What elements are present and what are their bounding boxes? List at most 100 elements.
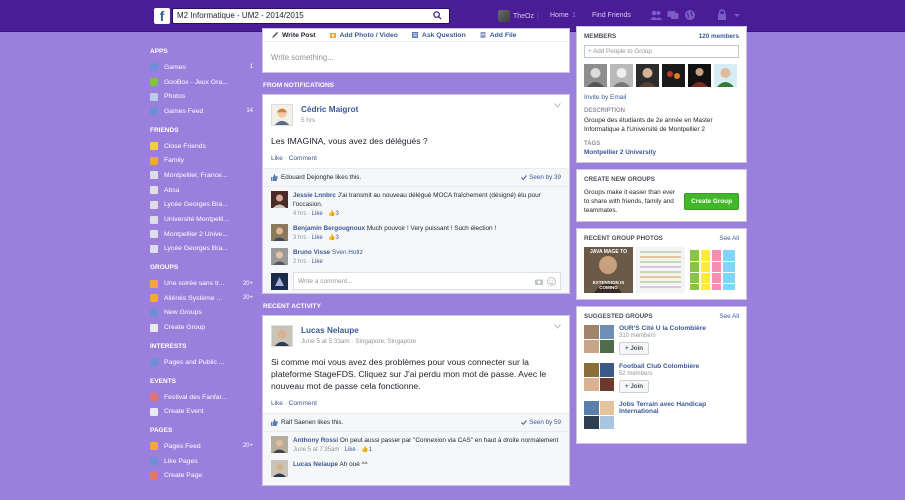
tag-link[interactable]: Montpellier 2 University (584, 149, 739, 156)
sidebar-friends-item[interactable]: Family (150, 153, 255, 168)
tab-add-photo-video[interactable]: Add Photo / Video (329, 32, 398, 39)
post-author[interactable]: Cédric Maigrot (301, 105, 358, 114)
comment-like-icon[interactable]: 👍 (361, 447, 368, 453)
seen-by[interactable]: Seen by 59 (521, 419, 561, 426)
join-group-button[interactable]: + Join (619, 380, 650, 393)
settings-dropdown-icon[interactable] (733, 9, 741, 21)
group-thumbnails[interactable] (584, 363, 614, 391)
group-name[interactable]: Jobs Terrain avec Handicap International (619, 401, 739, 415)
avatar[interactable] (584, 64, 607, 87)
search-input[interactable] (173, 9, 423, 22)
avatar[interactable] (271, 104, 293, 126)
avatar[interactable] (714, 64, 737, 87)
comment-link[interactable]: Comment (289, 155, 317, 162)
sidebar-friends-item[interactable]: Montpellier, France... (150, 168, 255, 183)
camera-icon[interactable] (535, 278, 543, 285)
post-author[interactable]: Lucas Nelaupe (301, 326, 416, 335)
tab-ask-question[interactable]: Ask Question (411, 32, 466, 39)
tab-add-file[interactable]: Add File (480, 32, 517, 39)
comment-like-link[interactable]: Like (312, 259, 323, 265)
tab-write-post[interactable]: Write Post (272, 32, 316, 39)
invite-by-email-link[interactable]: Invite by Email (584, 94, 739, 101)
chevron-down-icon[interactable] (554, 324, 561, 329)
join-group-button[interactable]: + Join (619, 342, 650, 355)
see-all-groups-link[interactable]: See All (719, 313, 739, 320)
avatar[interactable] (662, 64, 685, 87)
sidebar-page-item[interactable]: Like Pages (150, 454, 255, 469)
sidebar-app-item[interactable]: Games 1 (150, 60, 255, 75)
sidebar-page-item[interactable]: Pages Feed 20+ (150, 439, 255, 454)
comment-author[interactable]: Bruno Visse (293, 249, 330, 256)
comment-time[interactable]: 2 hrs (293, 259, 306, 265)
comment-like-link[interactable]: Like (312, 211, 323, 217)
avatar[interactable] (271, 191, 288, 208)
comment-like-link[interactable]: Like (345, 447, 356, 453)
like-link[interactable]: Like (271, 155, 283, 162)
members-count-link[interactable]: 120 members (699, 33, 739, 40)
avatar[interactable] (636, 64, 659, 87)
sidebar-friends-item[interactable]: Université Montpelli... (150, 212, 255, 227)
create-group-button[interactable]: Create Group (684, 193, 739, 210)
like-link[interactable]: Like (271, 400, 283, 407)
comment-time[interactable]: 3 hrs (293, 235, 306, 241)
sidebar-event-item[interactable]: Create Event (150, 404, 255, 419)
sidebar-friends-item[interactable]: Montpellier 2 Unive... (150, 227, 255, 242)
friend-requests-icon[interactable] (650, 9, 662, 21)
group-photo[interactable] (636, 247, 685, 293)
avatar[interactable] (271, 436, 288, 453)
add-people-input[interactable]: + Add People to Group (584, 45, 739, 58)
comment-link[interactable]: Comment (289, 400, 317, 407)
comment-time[interactable]: 4 hrs (293, 211, 306, 217)
chevron-down-icon[interactable] (554, 103, 561, 108)
likes-text[interactable]: Ralf Saenen likes this. (281, 419, 343, 426)
avatar[interactable] (271, 325, 293, 347)
globe-icon[interactable] (684, 9, 696, 21)
group-name[interactable]: OUR'S Cité U la Colombière (619, 325, 706, 332)
sidebar-app-item[interactable]: GooBox - Jeux Gra... (150, 75, 255, 90)
see-all-photos-link[interactable]: See All (719, 235, 739, 242)
composer-input[interactable]: Write something... (263, 42, 569, 73)
comment-like-link[interactable]: Like (312, 235, 323, 241)
comment-like-count[interactable]: 3 (336, 235, 339, 241)
sidebar-friends-item[interactable]: Absa (150, 183, 255, 198)
avatar[interactable] (271, 224, 288, 241)
privacy-lock-icon[interactable] (716, 9, 728, 21)
find-friends-link[interactable]: Find Friends (592, 12, 631, 19)
avatar[interactable] (271, 248, 288, 265)
search-icon[interactable] (433, 11, 442, 20)
comment-author[interactable]: Lucas Nelaupe (293, 461, 338, 468)
seen-by[interactable]: Seen by 39 (521, 174, 561, 181)
sidebar-interest-item[interactable]: Pages and Public ... (150, 355, 255, 370)
group-thumbnails[interactable] (584, 401, 614, 429)
search-box[interactable] (172, 8, 450, 24)
likes-text[interactable]: Edouard Dejonghe likes this. (281, 174, 361, 181)
messages-icon[interactable] (667, 9, 679, 21)
avatar[interactable] (688, 64, 711, 87)
comment-like-count[interactable]: 1 (369, 447, 372, 453)
home-link[interactable]: Home (550, 12, 569, 19)
comment-like-count[interactable]: 3 (336, 211, 339, 217)
post-timestamp[interactable]: June 5 at 5:33am · Singapore, Singapore (301, 338, 416, 345)
sidebar-event-item[interactable]: Festival des Fanfar... (150, 390, 255, 405)
emoji-icon[interactable] (547, 277, 556, 286)
group-photo[interactable]: JAVA MAGE TO EXTENSION IS COMING (584, 247, 633, 293)
avatar[interactable] (271, 460, 288, 477)
sidebar-friends-item[interactable]: Lycée Georges Bra... (150, 198, 255, 213)
sidebar-app-item[interactable]: Photos (150, 89, 255, 104)
sidebar-group-item[interactable]: Une soirée sans tr... 20+ (150, 276, 255, 291)
facebook-logo-icon[interactable]: f (154, 8, 170, 24)
post-timestamp[interactable]: 5 hrs (301, 117, 358, 124)
comment-like-icon[interactable]: 👍 (328, 235, 335, 241)
profile-link[interactable]: TheOz | (498, 10, 539, 22)
sidebar-group-item[interactable]: Create Group (150, 320, 255, 335)
sidebar-app-item[interactable]: Games Feed 14 (150, 104, 255, 119)
sidebar-friends-item[interactable]: Lycée Georges Bra... (150, 242, 255, 257)
avatar[interactable] (610, 64, 633, 87)
comment-time[interactable]: June 5 at 7:35am (293, 447, 339, 453)
comment-author[interactable]: Jessie Lnnbrc (293, 192, 336, 199)
comment-author[interactable]: Anthony Rossi (293, 437, 338, 444)
sidebar-friends-item[interactable]: Close Friends (150, 139, 255, 154)
sidebar-page-item[interactable]: Create Page (150, 468, 255, 483)
comment-input[interactable]: Write a comment... (293, 272, 561, 290)
group-photo[interactable] (688, 247, 737, 293)
